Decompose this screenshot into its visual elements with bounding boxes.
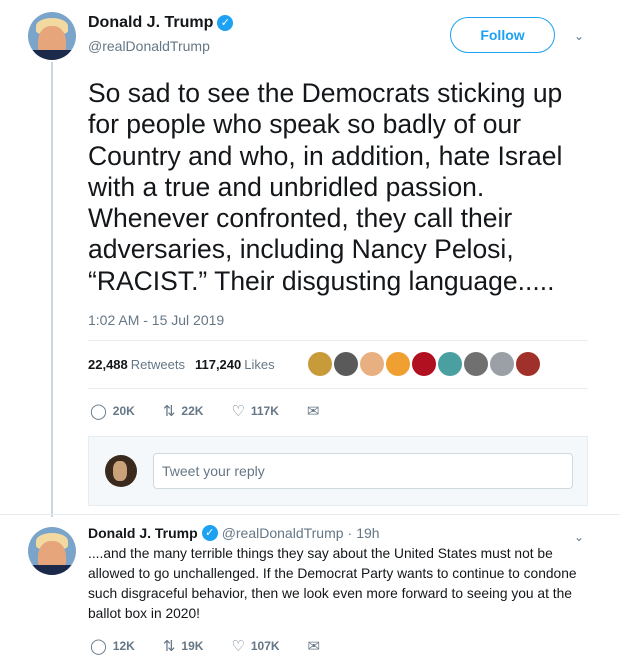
- reply-input[interactable]: [153, 453, 573, 489]
- message-button[interactable]: ✉: [308, 637, 321, 655]
- divider: [0, 514, 620, 515]
- liker-avatar[interactable]: [308, 352, 332, 376]
- likes-stat[interactable]: 117,240 Likes: [195, 357, 275, 372]
- thread-line: [51, 62, 53, 517]
- likers-avatars: [308, 352, 540, 376]
- like-button[interactable]: ♡ 107K: [231, 637, 279, 655]
- chevron-down-icon[interactable]: ⌄: [574, 530, 584, 544]
- envelope-icon: ✉: [307, 638, 321, 655]
- tweet-actions: ◯ 20K ⇅ 22K ♡ 117K ✉: [90, 402, 347, 420]
- liker-avatar[interactable]: [386, 352, 410, 376]
- liker-avatar[interactable]: [516, 352, 540, 376]
- divider: [88, 388, 588, 389]
- reply-actions: ◯ 12K ⇅ 19K ♡ 107K ✉: [90, 637, 348, 655]
- liker-avatar[interactable]: [412, 352, 436, 376]
- reply-compose-box: [88, 436, 588, 506]
- heart-icon: ♡: [231, 403, 245, 420]
- like-button[interactable]: ♡ 117K: [231, 402, 278, 420]
- author-handle[interactable]: @realDonaldTrump: [88, 38, 210, 54]
- author-name-row[interactable]: Donald J. Trump ✓: [88, 14, 234, 32]
- reply-author-name[interactable]: Donald J. Trump: [88, 525, 198, 541]
- liker-avatar[interactable]: [490, 352, 514, 376]
- liker-avatar[interactable]: [464, 352, 488, 376]
- tweet-text: So sad to see the Democrats sticking up …: [88, 78, 563, 296]
- reply-button[interactable]: ◯ 12K: [90, 637, 135, 655]
- retweet-icon: ⇅: [162, 638, 176, 655]
- retweet-button[interactable]: ⇅ 22K: [163, 402, 204, 420]
- reply-author-handle[interactable]: @realDonaldTrump: [222, 525, 344, 541]
- chevron-down-icon[interactable]: ⌄: [574, 29, 584, 43]
- liker-avatar[interactable]: [438, 352, 462, 376]
- reply-header: Donald J. Trump ✓ @realDonaldTrump · 19h: [88, 525, 380, 541]
- envelope-icon: ✉: [306, 403, 320, 420]
- reply-icon: ◯: [90, 403, 107, 420]
- retweets-stat[interactable]: 22,488 Retweets: [88, 357, 185, 372]
- divider: [88, 340, 588, 341]
- reply-author-avatar[interactable]: [28, 527, 76, 575]
- liker-avatar[interactable]: [360, 352, 384, 376]
- reply-dot: ·: [347, 525, 353, 541]
- retweet-button[interactable]: ⇅ 19K: [163, 637, 204, 655]
- tweet-stats: 22,488 Retweets 117,240 Likes: [88, 357, 275, 372]
- reply-text: ....and the many terrible things they sa…: [88, 546, 577, 621]
- reply-time[interactable]: 19h: [356, 525, 379, 541]
- liker-avatar[interactable]: [334, 352, 358, 376]
- heart-icon: ♡: [231, 638, 245, 655]
- current-user-avatar: [105, 455, 137, 487]
- author-avatar[interactable]: [28, 12, 76, 60]
- author-name[interactable]: Donald J. Trump: [88, 14, 213, 32]
- tweet-timestamp[interactable]: 1:02 AM - 15 Jul 2019: [88, 312, 224, 328]
- follow-button[interactable]: Follow: [450, 17, 555, 53]
- message-button[interactable]: ✉: [307, 402, 320, 420]
- retweet-icon: ⇅: [162, 403, 176, 420]
- reply-button[interactable]: ◯ 20K: [90, 402, 135, 420]
- verified-badge-icon: ✓: [217, 15, 234, 31]
- verified-badge-icon: ✓: [201, 525, 218, 541]
- reply-icon: ◯: [90, 638, 107, 655]
